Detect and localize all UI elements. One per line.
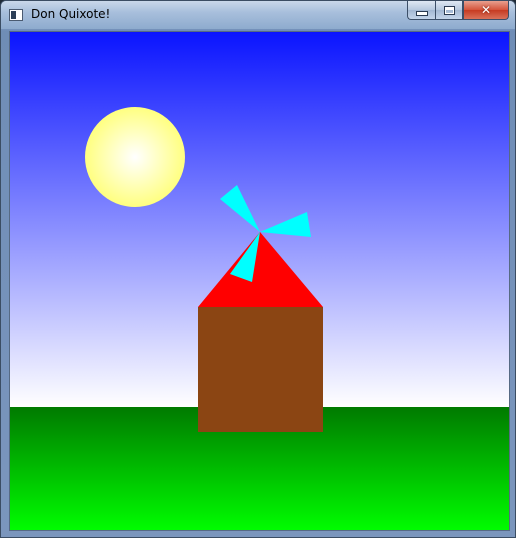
close-icon: ✕ bbox=[480, 3, 492, 17]
close-button[interactable]: ✕ bbox=[463, 1, 509, 20]
maximize-icon bbox=[443, 5, 455, 15]
sun-icon bbox=[85, 107, 185, 207]
app-window: Don Quixote! ✕ bbox=[0, 0, 516, 538]
scene-canvas bbox=[10, 32, 509, 530]
title-bar[interactable]: Don Quixote! ✕ bbox=[1, 1, 515, 29]
app-icon[interactable] bbox=[9, 9, 23, 21]
minimize-icon bbox=[415, 10, 428, 16]
window-controls: ✕ bbox=[407, 1, 509, 21]
window-title: Don Quixote! bbox=[31, 7, 111, 21]
windmill-body bbox=[198, 307, 323, 432]
canvas-area[interactable] bbox=[9, 31, 510, 531]
maximize-button[interactable] bbox=[435, 1, 463, 20]
minimize-button[interactable] bbox=[407, 1, 435, 20]
